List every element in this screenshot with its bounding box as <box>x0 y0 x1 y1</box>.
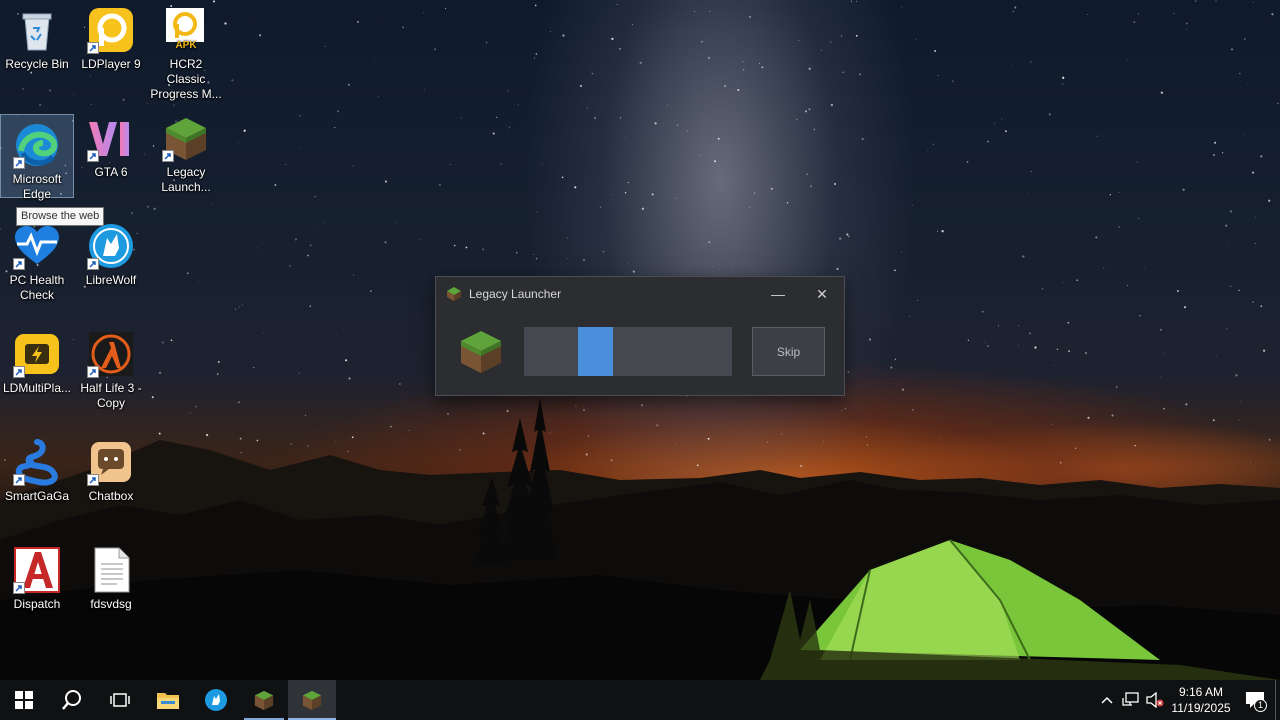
network-button[interactable] <box>1119 680 1143 720</box>
grass-block-icon <box>254 690 274 711</box>
apk-icon: APK <box>162 6 210 54</box>
desktop-icon-smartgaga[interactable]: SmartGaGa <box>0 432 74 532</box>
shortcut-arrow-icon <box>13 258 25 270</box>
notification-count-badge: 1 <box>1254 699 1267 712</box>
desktop-icon-edge[interactable]: Microsoft Edge <box>0 114 74 201</box>
shortcut-arrow-icon <box>87 150 99 162</box>
icon-label: Half Life 3 - Copy <box>80 381 142 410</box>
chevron-up-icon <box>1101 696 1113 704</box>
icon-label: LibreWolf <box>85 273 137 287</box>
recycle-bin-icon <box>13 6 61 54</box>
librewolf-icon <box>87 222 135 270</box>
desktop-icon-ldplayer[interactable]: LDPlayer 9 <box>74 0 148 100</box>
icon-label: SmartGaGa <box>4 489 70 503</box>
desktop-icon-half-life-3[interactable]: Half Life 3 - Copy <box>74 324 148 424</box>
desktop-icon-chatbox[interactable]: Chatbox <box>74 432 148 532</box>
health-check-icon <box>13 222 61 270</box>
shortcut-arrow-icon <box>87 366 99 378</box>
grass-block-icon <box>302 690 322 711</box>
desktop-icon-legacy-launcher[interactable]: Legacy Launch... <box>149 108 223 208</box>
icon-label: Recycle Bin <box>5 57 69 71</box>
chatbox-icon <box>87 438 135 486</box>
edge-icon <box>13 121 61 169</box>
icon-label: HCR2 Classic Progress M... <box>150 57 222 101</box>
search-button[interactable] <box>48 680 96 720</box>
icon-label: PC Health Check <box>9 273 65 302</box>
desktop-icon-fdsvdsg[interactable]: fdsvdsg <box>74 540 148 640</box>
icon-label: Dispatch <box>13 597 61 611</box>
shortcut-arrow-icon <box>87 42 99 54</box>
icon-label: LDMultiPla... <box>2 381 72 395</box>
show-hidden-icons-button[interactable] <box>1095 680 1119 720</box>
icon-label: fdsvdsg <box>90 597 132 611</box>
legacy-launcher-window-taskbar-button[interactable] <box>288 680 336 720</box>
shortcut-arrow-icon <box>162 150 174 162</box>
grass-block-icon <box>162 114 210 162</box>
icon-label: LDPlayer 9 <box>81 57 141 71</box>
shortcut-arrow-icon <box>13 157 25 169</box>
grass-block-icon <box>461 331 501 373</box>
volume-muted-icon <box>1146 692 1164 708</box>
window-title: Legacy Launcher <box>469 287 562 301</box>
taskbar: 9:16 AM 11/19/2025 1 <box>0 680 1280 720</box>
minimize-button[interactable]: — <box>756 278 800 310</box>
window-titlebar[interactable]: Legacy Launcher — ✕ <box>436 277 844 311</box>
icon-label: Chatbox <box>88 489 134 503</box>
action-center-button[interactable]: 1 <box>1235 680 1275 720</box>
shortcut-arrow-icon <box>13 582 25 594</box>
desktop-icon-dispatch[interactable]: Dispatch <box>0 540 74 640</box>
volume-button[interactable] <box>1143 680 1167 720</box>
start-button[interactable] <box>0 680 48 720</box>
grass-block-icon <box>447 287 461 301</box>
desktop-icon-librewolf[interactable]: LibreWolf <box>74 216 148 316</box>
file-explorer-icon <box>157 693 179 709</box>
legacy-launcher-window[interactable]: Legacy Launcher — ✕ Skip <box>435 276 845 396</box>
clock-date: 11/19/2025 <box>1171 701 1231 715</box>
icon-label: GTA 6 <box>94 165 128 179</box>
ldplayer-icon <box>87 6 135 54</box>
icon-label: Legacy Launch... <box>161 165 211 194</box>
desktop-icon-recycle-bin[interactable]: Recycle Bin <box>0 0 74 100</box>
progress-bar <box>524 327 732 376</box>
dispatch-icon <box>13 546 61 594</box>
shortcut-arrow-icon <box>87 474 99 486</box>
apk-badge: APK <box>175 40 197 51</box>
gta6-icon <box>87 114 135 162</box>
system-tray: 9:16 AM 11/19/2025 1 <box>1095 680 1280 720</box>
shortcut-arrow-icon <box>13 474 25 486</box>
legacy-launcher-taskbar-button[interactable] <box>240 680 288 720</box>
task-view-button[interactable] <box>96 680 144 720</box>
icon-label: Microsoft Edge <box>12 172 62 201</box>
librewolf-taskbar-button[interactable] <box>192 680 240 720</box>
ldmultiplayer-icon <box>13 330 61 378</box>
tooltip: Browse the web <box>16 207 105 226</box>
text-file-icon <box>87 546 135 594</box>
half-life-icon <box>87 330 135 378</box>
desktop-icon-pc-health-check[interactable]: PC Health Check <box>0 216 74 316</box>
clock-time: 9:16 AM <box>1178 685 1224 699</box>
file-explorer-button[interactable] <box>144 680 192 720</box>
search-icon <box>62 690 81 710</box>
smartgaga-icon <box>13 438 61 486</box>
windows-logo-icon <box>15 691 33 709</box>
clock[interactable]: 9:16 AM 11/19/2025 <box>1167 684 1235 716</box>
skip-button[interactable]: Skip <box>752 327 825 376</box>
show-desktop-button[interactable] <box>1275 680 1280 720</box>
shortcut-arrow-icon <box>87 258 99 270</box>
desktop-icon-ldmultiplayer[interactable]: LDMultiPla... <box>0 324 74 424</box>
desktop-icon-hcr2[interactable]: APK HCR2 Classic Progress M... <box>149 0 223 101</box>
shortcut-arrow-icon <box>13 366 25 378</box>
network-icon <box>1122 692 1139 706</box>
progress-indicator <box>578 327 613 376</box>
desktop-icon-gta6[interactable]: GTA 6 <box>74 108 148 208</box>
librewolf-icon <box>205 689 227 711</box>
close-button[interactable]: ✕ <box>800 278 844 310</box>
task-view-icon <box>110 693 130 707</box>
